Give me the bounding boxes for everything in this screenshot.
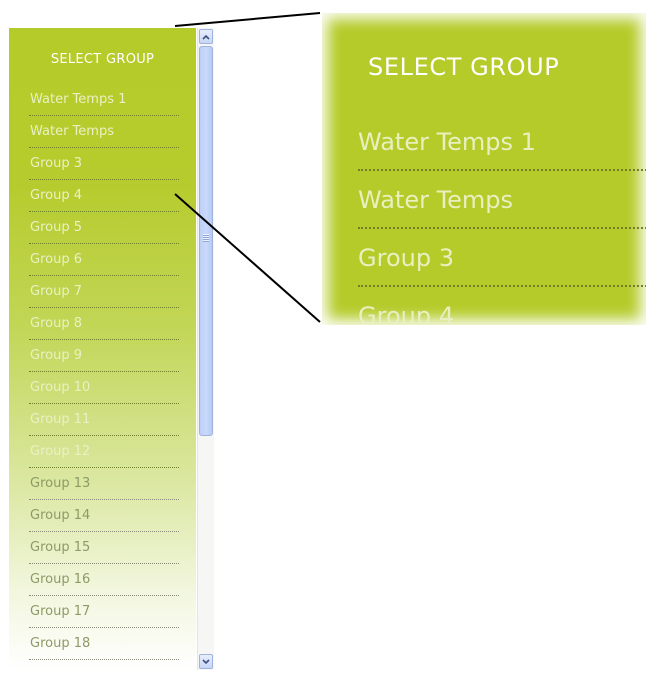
zoom-list-item: Group 3 [358,229,646,287]
zoom-list: Water Temps 1 Water Temps Group 3 Group … [358,113,646,325]
scroll-thumb[interactable] [199,46,213,436]
list-item[interactable]: Group 6 [29,244,179,276]
chevron-down-icon [202,658,210,664]
list-item[interactable]: Group 7 [29,276,179,308]
list-item[interactable]: Water Temps [29,116,179,148]
zoom-list-item: Group 4 [358,287,646,325]
list-item[interactable]: Group 12 [29,436,179,468]
list-item[interactable]: Group 15 [29,532,179,564]
list-item[interactable]: Group 18 [29,628,179,660]
scroll-up-button[interactable] [199,29,213,44]
list-item[interactable]: Group 5 [29,212,179,244]
zoom-title: SELECT GROUP [368,53,560,81]
list-item[interactable]: Group 3 [29,148,179,180]
stage: SELECT GROUP Water Temps 1 Water Temps G… [0,0,646,673]
list-item[interactable]: Group 10 [29,372,179,404]
list-item[interactable]: Group 8 [29,308,179,340]
group-select-panel: SELECT GROUP Water Temps 1 Water Temps G… [9,28,196,670]
grip-icon [203,234,209,242]
chevron-up-icon [202,34,210,40]
list-item[interactable]: Group 9 [29,340,179,372]
list-item[interactable]: Group 13 [29,468,179,500]
list-item[interactable]: Group 14 [29,500,179,532]
list-item[interactable]: Group 11 [29,404,179,436]
zoom-callout: SELECT GROUP Water Temps 1 Water Temps G… [322,13,646,325]
vertical-scrollbar[interactable] [197,28,214,670]
list-item[interactable]: Water Temps 1 [29,84,179,116]
connector-line-top [174,12,321,27]
panel-title: SELECT GROUP [50,52,155,67]
zoom-list-item: Water Temps 1 [358,113,646,171]
list-item[interactable]: Group 16 [29,564,179,596]
list-item[interactable]: Group 17 [29,596,179,628]
scroll-down-button[interactable] [199,654,213,669]
zoom-list-item: Water Temps [358,171,646,229]
group-list: Water Temps 1 Water Temps Group 3 Group … [29,84,179,660]
list-item[interactable]: Group 4 [29,180,179,212]
